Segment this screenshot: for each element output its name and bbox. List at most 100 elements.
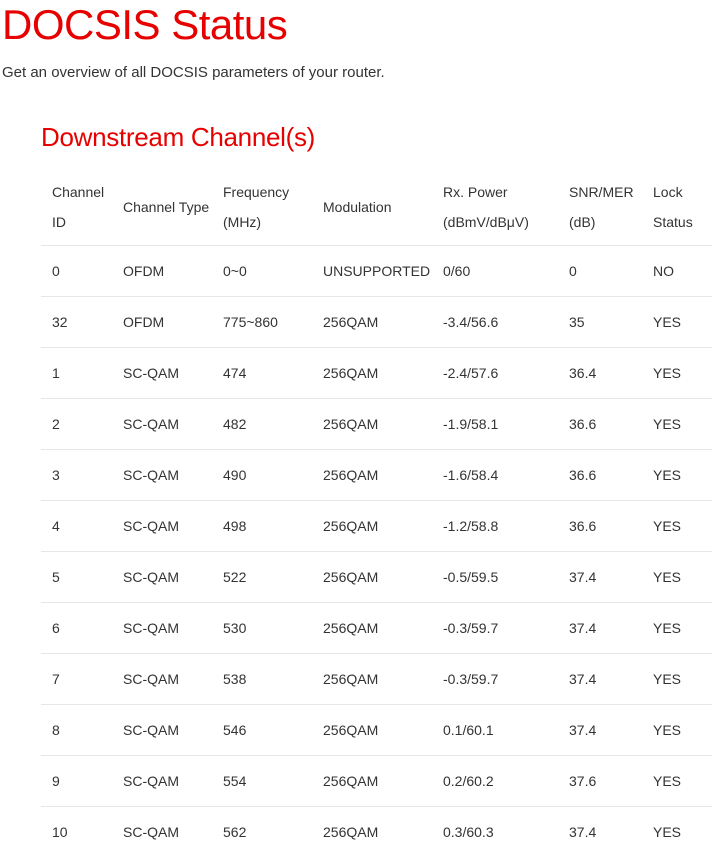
cell-lock-status: YES bbox=[642, 501, 712, 552]
cell-modulation: 256QAM bbox=[312, 654, 432, 705]
table-row: 2SC-QAM482256QAM-1.9/58.136.6YES bbox=[41, 399, 712, 450]
cell-channel-type: SC-QAM bbox=[112, 603, 212, 654]
header-frequency: Frequency (MHz) bbox=[212, 168, 312, 246]
cell-lock-status: YES bbox=[642, 654, 712, 705]
table-row: 10SC-QAM562256QAM0.3/60.337.4YES bbox=[41, 807, 712, 857]
page-title: DOCSIS Status bbox=[2, 2, 287, 48]
cell-channel-id: 1 bbox=[41, 348, 112, 399]
cell-frequency: 538 bbox=[212, 654, 312, 705]
cell-snr-mer: 37.4 bbox=[558, 807, 642, 857]
cell-channel-type: SC-QAM bbox=[112, 399, 212, 450]
table-header-row: Channel ID Channel Type Frequency (MHz) … bbox=[41, 168, 712, 246]
cell-channel-type: SC-QAM bbox=[112, 450, 212, 501]
table-row: 1SC-QAM474256QAM-2.4/57.636.4YES bbox=[41, 348, 712, 399]
cell-channel-type: OFDM bbox=[112, 246, 212, 297]
table-row: 6SC-QAM530256QAM-0.3/59.737.4YES bbox=[41, 603, 712, 654]
header-rx-power: Rx. Power (dBmV/dBμV) bbox=[432, 168, 558, 246]
header-line: Rx. Power bbox=[443, 177, 558, 207]
cell-snr-mer: 37.4 bbox=[558, 552, 642, 603]
cell-channel-type: SC-QAM bbox=[112, 705, 212, 756]
cell-rx-power: -0.3/59.7 bbox=[432, 603, 558, 654]
header-line: Lock bbox=[653, 177, 712, 207]
cell-modulation: UNSUPPORTED bbox=[312, 246, 432, 297]
cell-channel-id: 3 bbox=[41, 450, 112, 501]
cell-channel-id: 4 bbox=[41, 501, 112, 552]
cell-snr-mer: 36.4 bbox=[558, 348, 642, 399]
header-line: (dB) bbox=[569, 207, 642, 237]
cell-rx-power: -0.3/59.7 bbox=[432, 654, 558, 705]
cell-frequency: 0~0 bbox=[212, 246, 312, 297]
cell-channel-id: 7 bbox=[41, 654, 112, 705]
table-row: 7SC-QAM538256QAM-0.3/59.737.4YES bbox=[41, 654, 712, 705]
cell-lock-status: YES bbox=[642, 603, 712, 654]
cell-lock-status: YES bbox=[642, 807, 712, 857]
table-row: 5SC-QAM522256QAM-0.5/59.537.4YES bbox=[41, 552, 712, 603]
cell-channel-type: OFDM bbox=[112, 297, 212, 348]
cell-frequency: 474 bbox=[212, 348, 312, 399]
cell-rx-power: -3.4/56.6 bbox=[432, 297, 558, 348]
cell-rx-power: 0.2/60.2 bbox=[432, 756, 558, 807]
cell-lock-status: YES bbox=[642, 297, 712, 348]
downstream-channel-table: Channel ID Channel Type Frequency (MHz) … bbox=[41, 168, 712, 857]
cell-channel-id: 9 bbox=[41, 756, 112, 807]
cell-channel-id: 5 bbox=[41, 552, 112, 603]
header-channel-type: Channel Type bbox=[112, 168, 212, 246]
cell-rx-power: 0.3/60.3 bbox=[432, 807, 558, 857]
cell-rx-power: 0.1/60.1 bbox=[432, 705, 558, 756]
cell-frequency: 522 bbox=[212, 552, 312, 603]
header-line: Status bbox=[653, 207, 712, 237]
header-modulation: Modulation bbox=[312, 168, 432, 246]
cell-rx-power: -2.4/57.6 bbox=[432, 348, 558, 399]
cell-channel-id: 32 bbox=[41, 297, 112, 348]
cell-frequency: 498 bbox=[212, 501, 312, 552]
cell-rx-power: -1.2/58.8 bbox=[432, 501, 558, 552]
cell-snr-mer: 35 bbox=[558, 297, 642, 348]
cell-modulation: 256QAM bbox=[312, 348, 432, 399]
cell-rx-power: 0/60 bbox=[432, 246, 558, 297]
cell-channel-id: 8 bbox=[41, 705, 112, 756]
cell-snr-mer: 37.6 bbox=[558, 756, 642, 807]
cell-channel-type: SC-QAM bbox=[112, 348, 212, 399]
cell-channel-id: 6 bbox=[41, 603, 112, 654]
cell-rx-power: -1.9/58.1 bbox=[432, 399, 558, 450]
cell-channel-id: 0 bbox=[41, 246, 112, 297]
cell-lock-status: YES bbox=[642, 348, 712, 399]
cell-channel-type: SC-QAM bbox=[112, 654, 212, 705]
cell-modulation: 256QAM bbox=[312, 603, 432, 654]
table-row: 8SC-QAM546256QAM0.1/60.137.4YES bbox=[41, 705, 712, 756]
cell-lock-status: YES bbox=[642, 399, 712, 450]
cell-channel-type: SC-QAM bbox=[112, 501, 212, 552]
table-row: 32OFDM775~860256QAM-3.4/56.635YES bbox=[41, 297, 712, 348]
table-row: 4SC-QAM498256QAM-1.2/58.836.6YES bbox=[41, 501, 712, 552]
cell-modulation: 256QAM bbox=[312, 450, 432, 501]
cell-frequency: 490 bbox=[212, 450, 312, 501]
cell-modulation: 256QAM bbox=[312, 807, 432, 857]
cell-channel-type: SC-QAM bbox=[112, 807, 212, 857]
cell-channel-type: SC-QAM bbox=[112, 552, 212, 603]
header-line: Modulation bbox=[323, 192, 432, 222]
header-lock-status: Lock Status bbox=[642, 168, 712, 246]
cell-snr-mer: 36.6 bbox=[558, 501, 642, 552]
downstream-table-container: Channel ID Channel Type Frequency (MHz) … bbox=[41, 168, 712, 857]
header-line: SNR/MER bbox=[569, 177, 642, 207]
table-row: 0OFDM0~0UNSUPPORTED0/600NO bbox=[41, 246, 712, 297]
cell-lock-status: NO bbox=[642, 246, 712, 297]
cell-frequency: 530 bbox=[212, 603, 312, 654]
downstream-section-title: Downstream Channel(s) bbox=[41, 122, 315, 152]
cell-frequency: 482 bbox=[212, 399, 312, 450]
cell-snr-mer: 37.4 bbox=[558, 705, 642, 756]
cell-modulation: 256QAM bbox=[312, 399, 432, 450]
cell-snr-mer: 36.6 bbox=[558, 450, 642, 501]
cell-modulation: 256QAM bbox=[312, 756, 432, 807]
cell-lock-status: YES bbox=[642, 552, 712, 603]
table-row: 9SC-QAM554256QAM0.2/60.237.6YES bbox=[41, 756, 712, 807]
downstream-table-body: 0OFDM0~0UNSUPPORTED0/600NO32OFDM775~8602… bbox=[41, 246, 712, 857]
cell-channel-id: 2 bbox=[41, 399, 112, 450]
cell-frequency: 546 bbox=[212, 705, 312, 756]
page-subtitle: Get an overview of all DOCSIS parameters… bbox=[2, 64, 385, 82]
cell-modulation: 256QAM bbox=[312, 297, 432, 348]
cell-rx-power: -1.6/58.4 bbox=[432, 450, 558, 501]
table-row: 3SC-QAM490256QAM-1.6/58.436.6YES bbox=[41, 450, 712, 501]
cell-frequency: 562 bbox=[212, 807, 312, 857]
cell-channel-type: SC-QAM bbox=[112, 756, 212, 807]
